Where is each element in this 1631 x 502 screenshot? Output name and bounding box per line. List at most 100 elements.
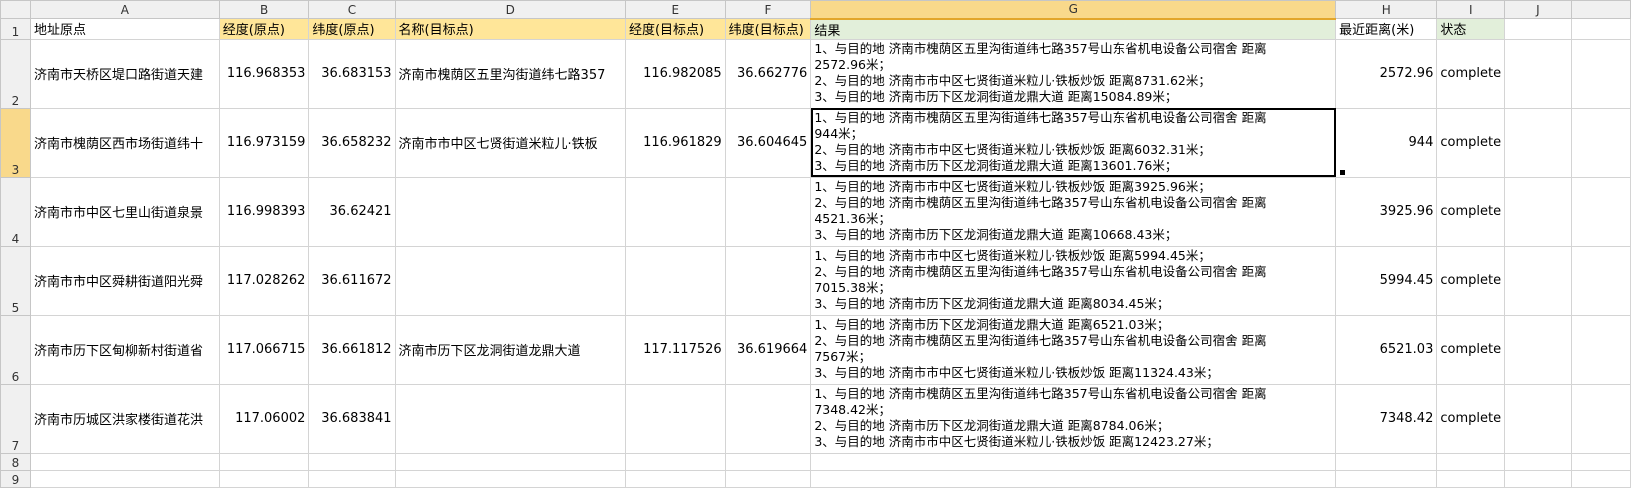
cell-f5[interactable] (724, 245, 812, 316)
cell-c3[interactable]: 36.658232 (308, 107, 396, 178)
cell-a4[interactable]: 济南市市中区七里山街道泉景 (29, 176, 220, 247)
column-header-j[interactable]: J (1504, 0, 1572, 19)
column-header-f[interactable]: F (724, 0, 812, 19)
cell-i1[interactable]: 状态 (1436, 18, 1506, 40)
cell-b3[interactable]: 116.973159 (218, 107, 310, 178)
cell-j1[interactable] (1504, 18, 1572, 40)
cell-d5[interactable] (394, 245, 626, 316)
row-header-1[interactable]: 1 (0, 18, 31, 40)
cell-c9[interactable] (308, 469, 396, 488)
cell-a7[interactable]: 济南市历城区洪家楼街道花洪 (29, 383, 220, 454)
cell-d2[interactable]: 济南市槐荫区五里沟街道纬七路357 (394, 38, 626, 109)
cell-f1[interactable]: 纬度(目标点) (724, 18, 812, 40)
cell-b1[interactable]: 经度(原点) (218, 18, 310, 40)
cell-g9[interactable] (810, 469, 1337, 488)
row-header-9[interactable]: 9 (0, 469, 31, 488)
cell-b9[interactable] (218, 469, 310, 488)
cell-f4[interactable] (724, 176, 812, 247)
cell-e7[interactable] (624, 383, 726, 454)
cell-h8[interactable] (1335, 452, 1438, 471)
cell-e9[interactable] (624, 469, 726, 488)
cell-f8[interactable] (724, 452, 812, 471)
cell-a8[interactable] (29, 452, 220, 471)
row-header-2[interactable]: 2 (0, 38, 31, 109)
cell-a1[interactable]: 地址原点 (29, 18, 220, 40)
row-header-7[interactable]: 7 (0, 383, 31, 454)
cell-d6[interactable]: 济南市历下区龙洞街道龙鼎大道 (394, 314, 626, 385)
cell-h2[interactable]: 2572.96 (1335, 38, 1438, 109)
cell-e1[interactable]: 经度(目标点) (624, 18, 726, 40)
cell-e3[interactable]: 116.961829 (624, 107, 726, 178)
cell-d8[interactable] (394, 452, 626, 471)
column-header-e[interactable]: E (624, 0, 726, 19)
row-header-4[interactable]: 4 (0, 176, 31, 247)
cell-g4[interactable]: 1、与目的地 济南市市中区七贤街道米粒儿·铁板炒饭 距离3925.96米； 2、… (810, 176, 1337, 247)
cell-c4[interactable]: 36.62421 (308, 176, 396, 247)
cell-i4[interactable]: complete (1436, 176, 1506, 247)
cell-b5[interactable]: 117.028262 (218, 245, 310, 316)
row-header-8[interactable]: 8 (0, 452, 31, 471)
cell-i9[interactable] (1436, 469, 1506, 488)
cell-g5[interactable]: 1、与目的地 济南市市中区七贤街道米粒儿·铁板炒饭 距离5994.45米； 2、… (810, 245, 1337, 316)
cell-d4[interactable] (394, 176, 626, 247)
cell-c8[interactable] (308, 452, 396, 471)
cell-j6[interactable] (1504, 314, 1572, 385)
cell-b4[interactable]: 116.998393 (218, 176, 310, 247)
cell-f3[interactable]: 36.604645 (724, 107, 812, 178)
cell-g8[interactable] (810, 452, 1337, 471)
cell-h5[interactable]: 5994.45 (1335, 245, 1438, 316)
cell-d7[interactable] (394, 383, 626, 454)
cell-d9[interactable] (394, 469, 626, 488)
column-header-i[interactable]: I (1436, 0, 1506, 19)
cell-j7[interactable] (1504, 383, 1572, 454)
cell-a6[interactable]: 济南市历下区甸柳新村街道省 (29, 314, 220, 385)
cell-c7[interactable]: 36.683841 (308, 383, 396, 454)
cell-i7[interactable]: complete (1436, 383, 1506, 454)
cell-h1[interactable]: 最近距离(米) (1335, 18, 1438, 40)
cell-f2[interactable]: 36.662776 (724, 38, 812, 109)
cell-c1[interactable]: 纬度(原点) (308, 18, 396, 40)
column-header-h[interactable]: H (1335, 0, 1438, 19)
cell-b6[interactable]: 117.066715 (218, 314, 310, 385)
cell-i5[interactable]: complete (1436, 245, 1506, 316)
cell-i2[interactable]: complete (1436, 38, 1506, 109)
cell-i3[interactable]: complete (1436, 107, 1506, 178)
cell-j4[interactable] (1504, 176, 1572, 247)
cell-f6[interactable]: 36.619664 (724, 314, 812, 385)
cell-a2[interactable]: 济南市天桥区堤口路街道天建 (29, 38, 220, 109)
cell-j9[interactable] (1504, 469, 1572, 488)
cell-j8[interactable] (1504, 452, 1572, 471)
cell-d1[interactable]: 名称(目标点) (394, 18, 626, 40)
cell-j3[interactable] (1504, 107, 1572, 178)
select-all-corner[interactable] (0, 0, 31, 19)
cell-g7[interactable]: 1、与目的地 济南市槐荫区五里沟街道纬七路357号山东省机电设备公司宿舍 距离 … (810, 383, 1337, 454)
cell-a9[interactable] (29, 469, 220, 488)
cell-h4[interactable]: 3925.96 (1335, 176, 1438, 247)
cell-c5[interactable]: 36.611672 (308, 245, 396, 316)
cell-e2[interactable]: 116.982085 (624, 38, 726, 109)
fill-handle[interactable] (1340, 170, 1345, 175)
cell-c6[interactable]: 36.661812 (308, 314, 396, 385)
cell-a5[interactable]: 济南市市中区舜耕街道阳光舜 (29, 245, 220, 316)
cell-a3[interactable]: 济南市槐荫区西市场街道纬十 (29, 107, 220, 178)
selected-cell-g3[interactable]: 1、与目的地 济南市槐荫区五里沟街道纬七路357号山东省机电设备公司宿舍 距离 … (810, 107, 1337, 178)
cell-i6[interactable]: complete (1436, 314, 1506, 385)
cell-e5[interactable] (624, 245, 726, 316)
cell-b7[interactable]: 117.06002 (218, 383, 310, 454)
column-header-c[interactable]: C (308, 0, 396, 19)
row-header-5[interactable]: 5 (0, 245, 31, 316)
cell-b8[interactable] (218, 452, 310, 471)
cell-j5[interactable] (1504, 245, 1572, 316)
cell-e6[interactable]: 117.117526 (624, 314, 726, 385)
cell-d3[interactable]: 济南市市中区七贤街道米粒儿·铁板 (394, 107, 626, 178)
cell-f7[interactable] (724, 383, 812, 454)
column-header-b[interactable]: B (218, 0, 310, 19)
cell-i8[interactable] (1436, 452, 1506, 471)
row-header-6[interactable]: 6 (0, 314, 31, 385)
cell-f9[interactable] (724, 469, 812, 488)
cell-g1[interactable]: 结果 (810, 18, 1337, 40)
cell-h6[interactable]: 6521.03 (1335, 314, 1438, 385)
cell-j2[interactable] (1504, 38, 1572, 109)
column-header-g[interactable]: G (810, 0, 1337, 20)
cell-h9[interactable] (1335, 469, 1438, 488)
